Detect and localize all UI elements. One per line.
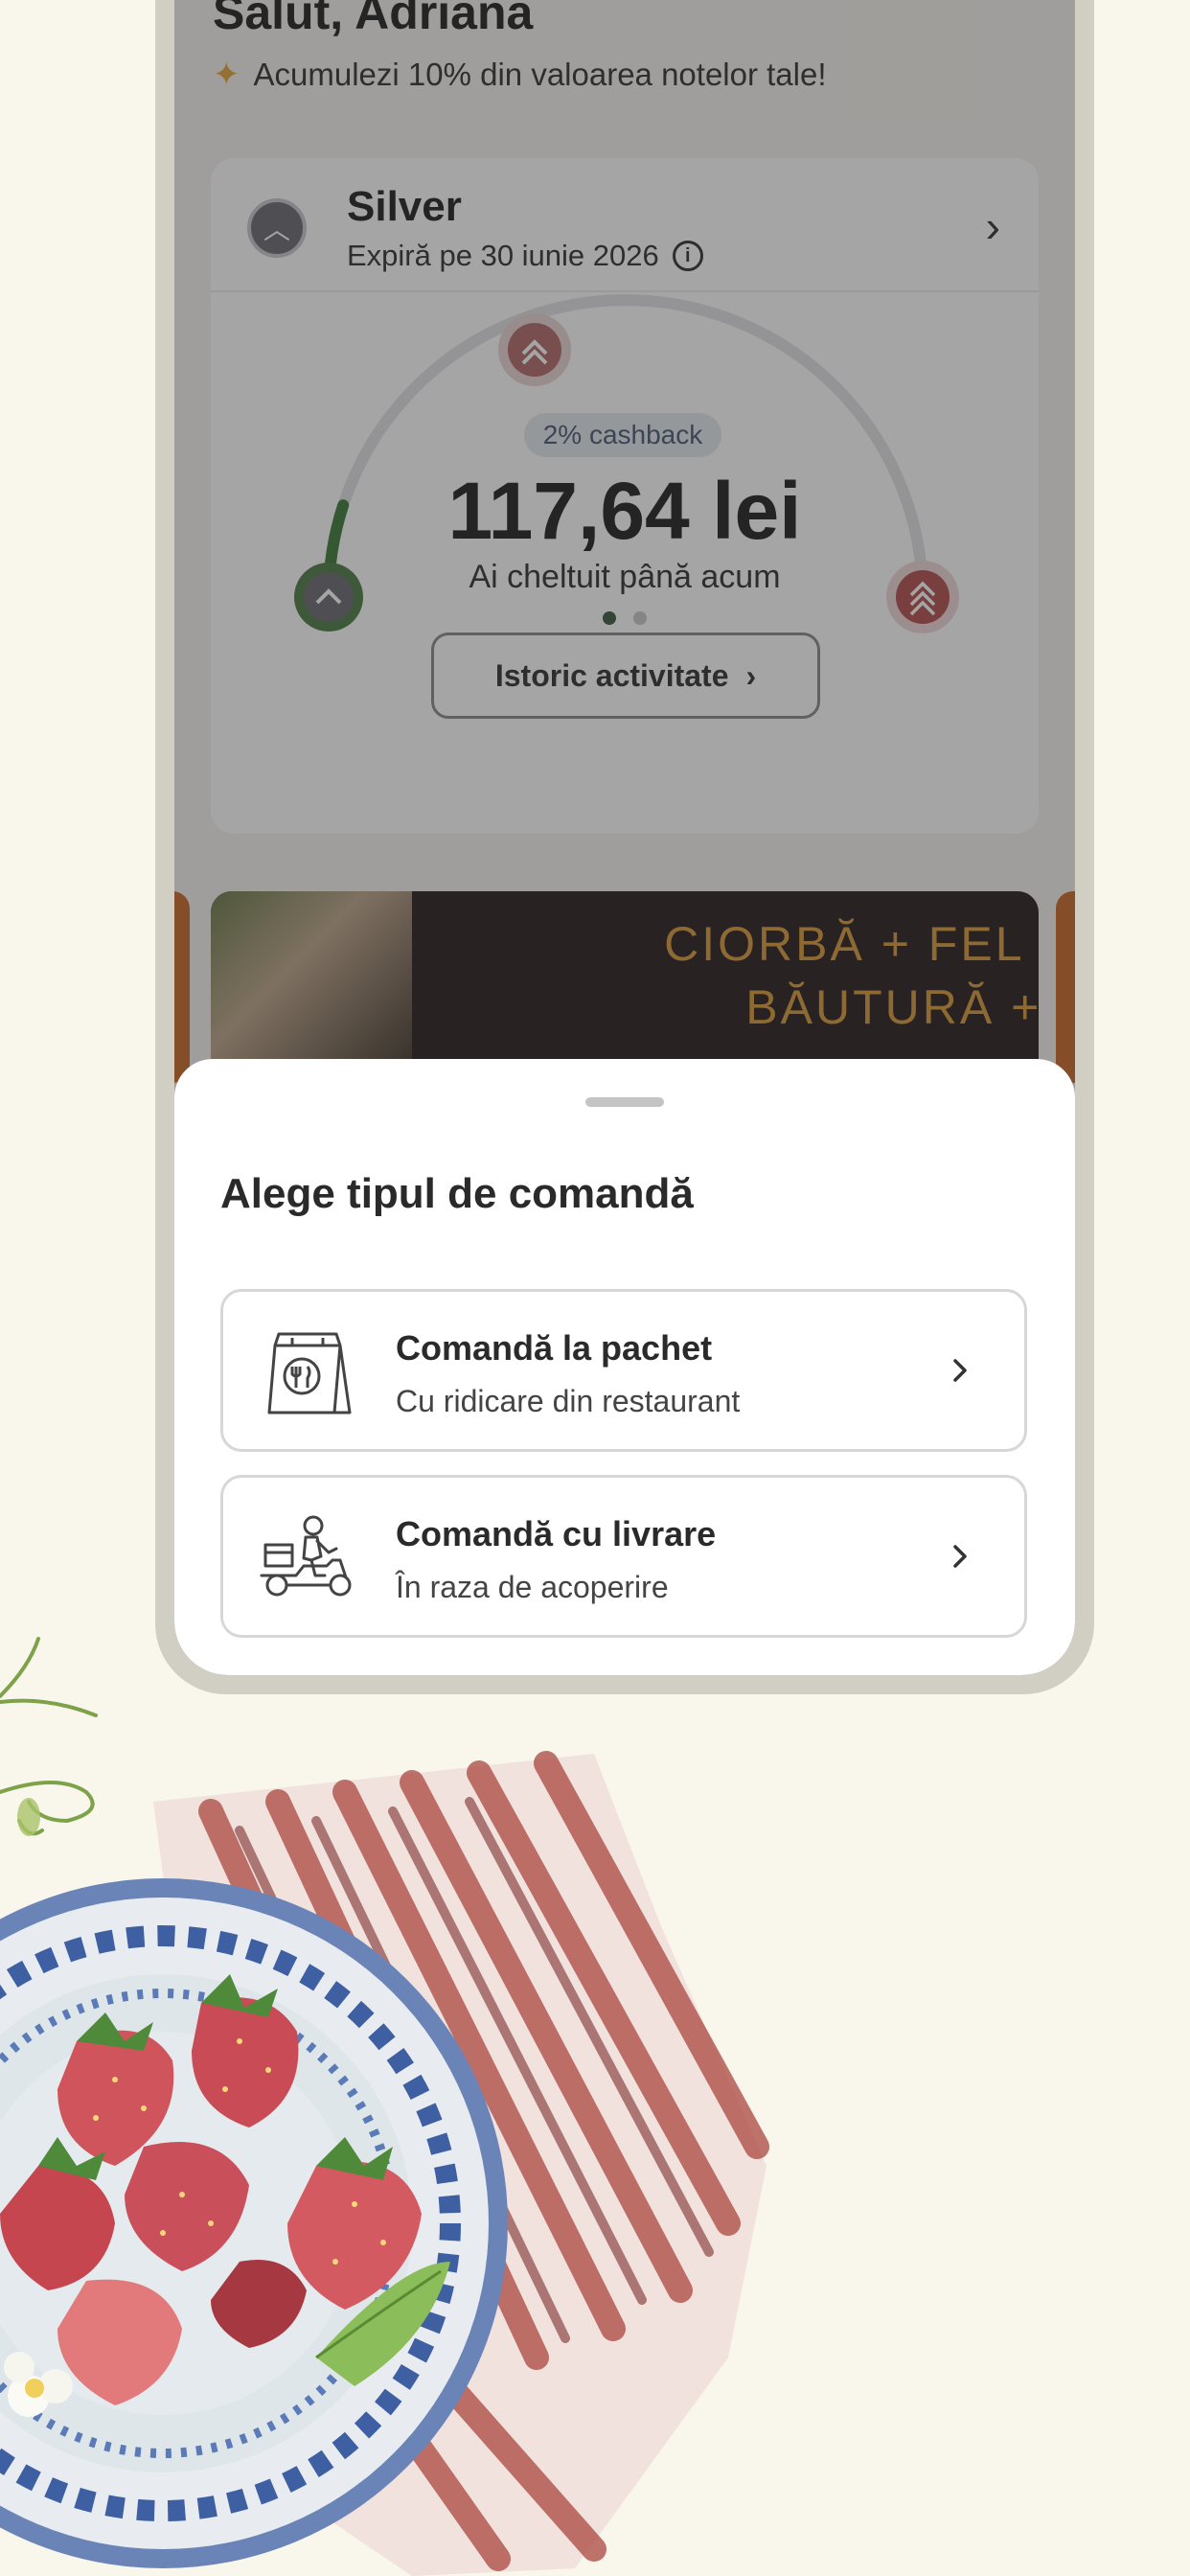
sheet-grabber[interactable] bbox=[585, 1097, 664, 1107]
chevron-right-icon bbox=[953, 1545, 967, 1568]
takeaway-bag-icon bbox=[267, 1332, 352, 1414]
strawberries-plate-illustration bbox=[0, 1637, 769, 2576]
delivery-subtitle: În raza de acoperire bbox=[396, 1570, 669, 1604]
delivery-option[interactable]: Comandă cu livrare În raza de acoperire bbox=[220, 1475, 1027, 1638]
phone-frame: Salut, Adriana ✦ Acumulezi 10% din valoa… bbox=[155, 0, 1094, 1694]
sheet-title: Alege tipul de comandă bbox=[220, 1170, 694, 1217]
takeaway-option[interactable]: Comandă la pachet Cu ridicare din restau… bbox=[220, 1289, 1027, 1452]
delivery-title: Comandă cu livrare bbox=[396, 1514, 717, 1553]
app-screen: Salut, Adriana ✦ Acumulezi 10% din valoa… bbox=[174, 0, 1075, 1675]
takeaway-title: Comandă la pachet bbox=[396, 1328, 713, 1368]
chevron-right-icon bbox=[953, 1359, 967, 1382]
order-type-sheet: Alege tipul de comandă Comandă la pachet… bbox=[174, 1059, 1075, 1675]
takeaway-subtitle: Cu ridicare din restaurant bbox=[396, 1384, 741, 1418]
delivery-scooter-icon bbox=[260, 1515, 352, 1597]
vine-sprig bbox=[0, 1637, 98, 1836]
